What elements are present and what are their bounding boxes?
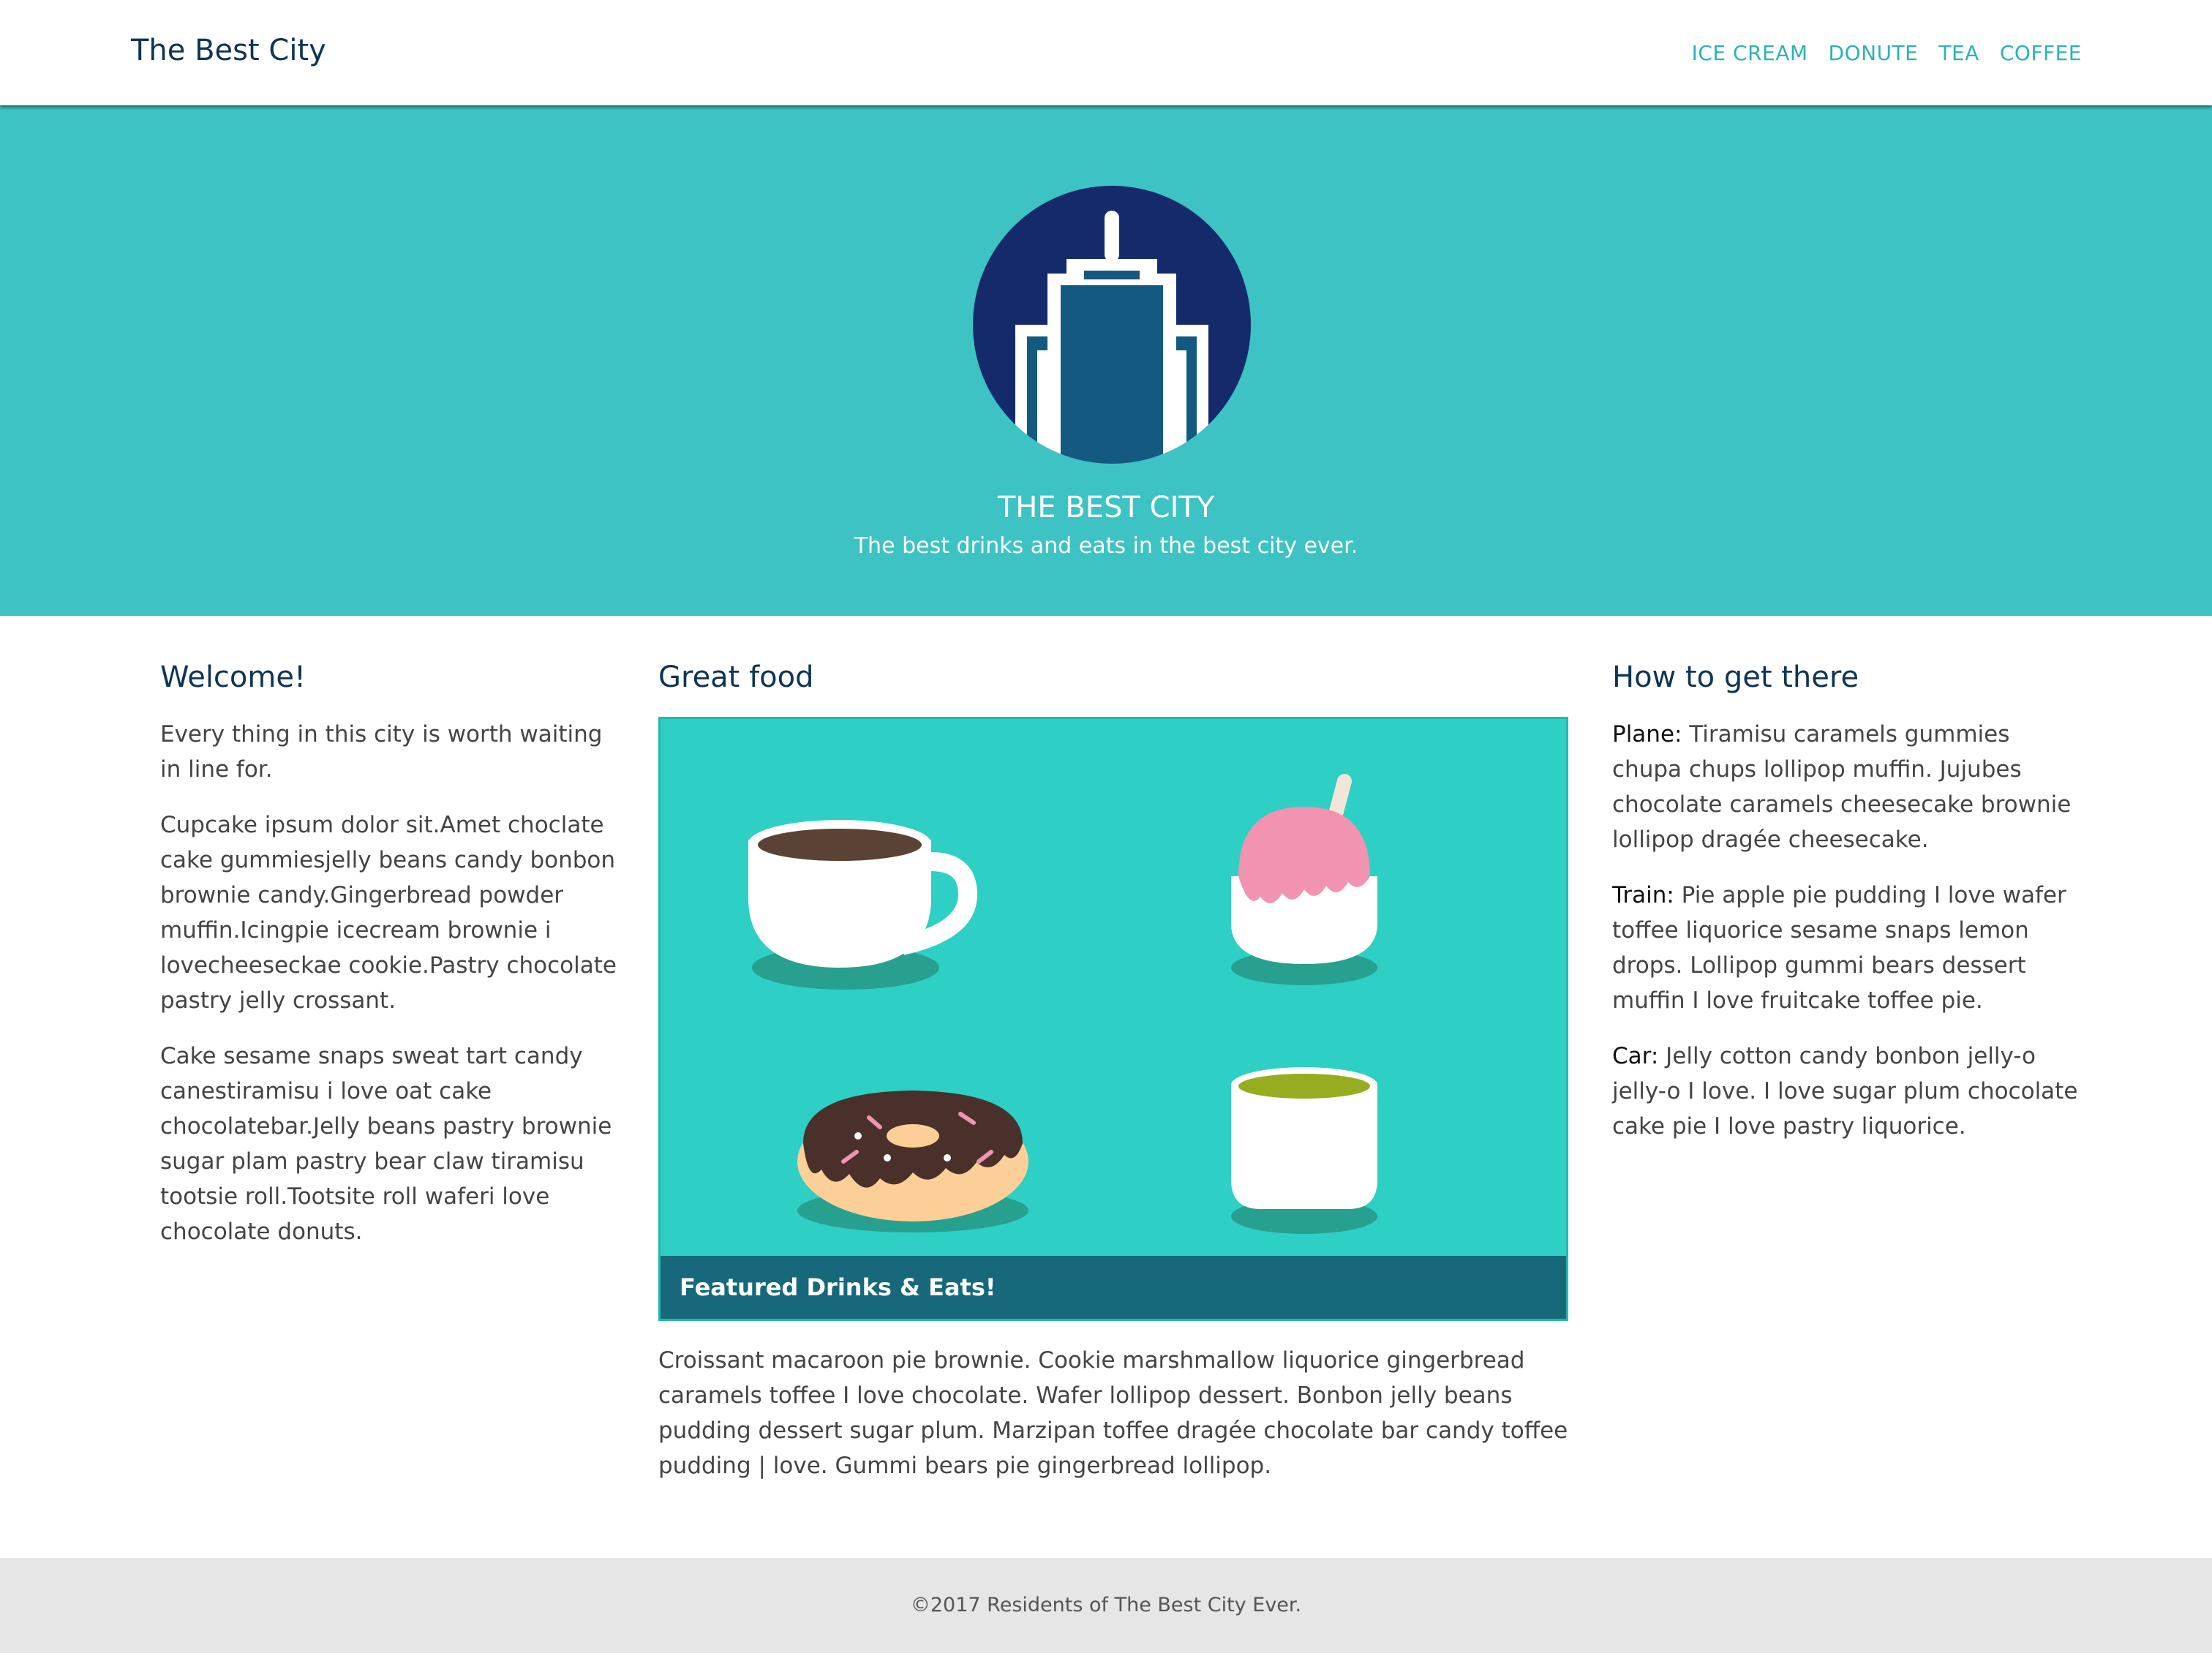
car-paragraph: Car: Jelly cotton candy bonbon jelly-o j… [1612,1039,2080,1144]
hero-banner: THE BEST CITY The best drinks and eats i… [0,105,2212,616]
featured-image: Featured Drinks & Eats! [658,717,1568,1321]
hero-title: THE BEST CITY [997,491,1215,524]
tea-cup-icon [1231,1067,1377,1234]
page: The Best City ICE CREAM DONUTE TEA COFFE… [0,0,2212,1653]
brand-link[interactable]: The Best City [131,34,326,67]
welcome-heading: Welcome! [160,660,306,694]
welcome-paragraph: Cupcake ipsum dolor sit.Amet choclate ca… [160,812,617,1014]
city-skyscraper-logo [973,186,1251,464]
plane-label: Plane: [1612,721,1682,748]
plane-paragraph: Plane: Tiramisu caramels gummies chupa c… [1612,717,2080,857]
donut-icon [797,1091,1028,1232]
train-text: Pie apple pie pudding I love wafer toffe… [1612,882,2066,1014]
main-nav: ICE CREAM DONUTE TEA COFFEE [1692,41,2082,65]
hero-subtitle: The best drinks and eats in the best cit… [854,533,1358,559]
great-food-column: Great food Featured Drinks & Eats! Crois… [658,658,1569,1504]
car-label: Car: [1612,1043,1659,1069]
site-header: The Best City ICE CREAM DONUTE TEA COFFE… [0,0,2212,105]
welcome-paragraph: Cake sesame snaps sweat tart candy canes… [160,1043,612,1245]
nav-tea[interactable]: TEA [1938,41,1979,65]
great-food-heading: Great food [658,660,814,694]
directions-heading: How to get there [1612,660,1859,694]
ice-cream-icon [1231,774,1377,985]
nav-coffee[interactable]: COFFEE [2000,41,2082,65]
directions-column: How to get there Plane: Tiramisu caramel… [1612,658,2080,1164]
train-label: Train: [1612,882,1674,908]
site-footer: ©2017 Residents of The Best City Ever. [0,1558,2212,1653]
plane-text: Tiramisu caramels gummies chupa chups lo… [1612,721,2072,853]
welcome-paragraph: Every thing in this city is worth waitin… [160,721,603,783]
welcome-column: Welcome! Every thing in this city is wor… [160,658,628,1270]
food-illustration [748,774,1377,1234]
featured-caption: Featured Drinks & Eats! [661,1256,1566,1319]
car-text: Jelly cotton candy bonbon jelly-o jelly-… [1612,1043,2078,1140]
coffee-cup-icon [748,820,978,990]
nav-donute[interactable]: DONUTE [1829,41,1919,65]
nav-ice-cream[interactable]: ICE CREAM [1692,41,1808,65]
great-food-paragraph: Croissant macaroon pie brownie. Cookie m… [658,1347,1568,1479]
train-paragraph: Train: Pie apple pie pudding I love wafe… [1612,878,2080,1018]
